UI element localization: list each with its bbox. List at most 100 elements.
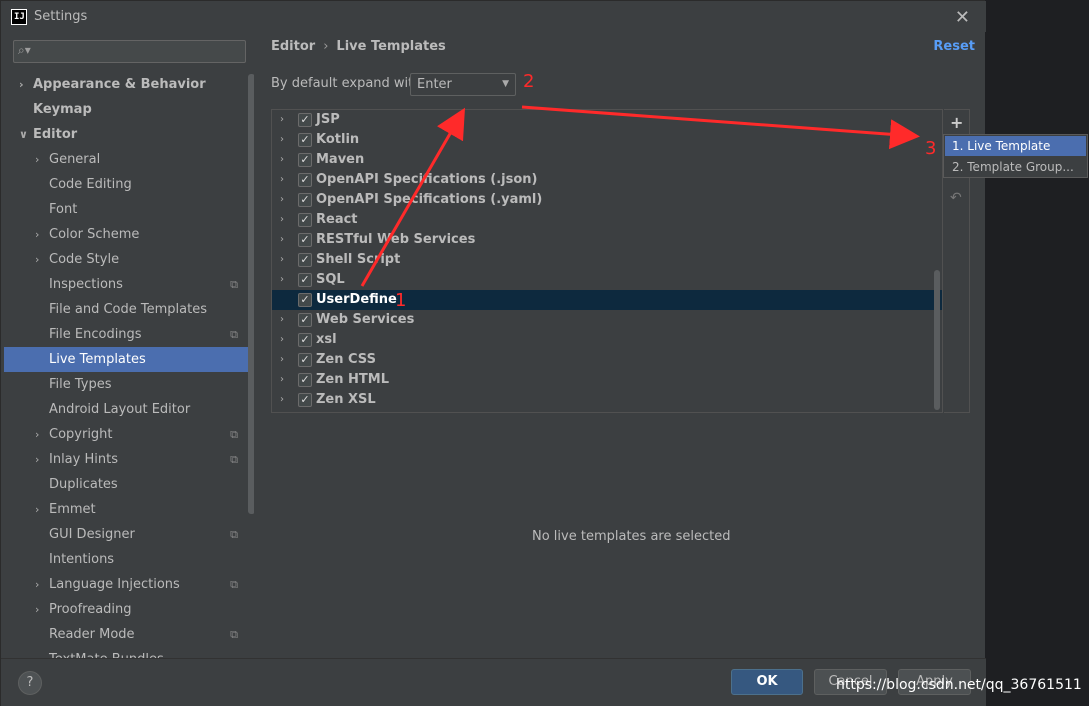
- chevron-right-icon[interactable]: ›: [35, 572, 39, 597]
- group-checkbox[interactable]: ✓: [298, 213, 312, 227]
- ok-button[interactable]: OK: [731, 669, 803, 695]
- chevron-right-icon[interactable]: ›: [35, 147, 39, 172]
- sidebar-item-file-encodings[interactable]: File Encodings ⧉: [4, 322, 254, 347]
- group-checkbox[interactable]: ✓: [298, 113, 312, 127]
- chevron-right-icon[interactable]: ›: [280, 130, 284, 150]
- sidebar-item-label: Code Editing: [49, 177, 132, 192]
- sidebar-item-appearance-behavior[interactable]: › Appearance & Behavior: [4, 72, 254, 97]
- sidebar-item-label: Duplicates: [49, 477, 118, 492]
- group-checkbox[interactable]: ✓: [298, 193, 312, 207]
- group-checkbox[interactable]: ✓: [298, 393, 312, 407]
- template-group-row[interactable]: › ✓ React: [272, 210, 942, 230]
- chevron-right-icon[interactable]: ›: [19, 72, 24, 97]
- sidebar-item-editor[interactable]: ∨ Editor: [4, 122, 254, 147]
- chevron-right-icon[interactable]: ›: [35, 222, 39, 247]
- add-icon[interactable]: +: [950, 113, 963, 132]
- template-group-label: Zen XSL: [316, 392, 376, 407]
- group-checkbox[interactable]: ✓: [298, 313, 312, 327]
- template-group-row[interactable]: › ✓ OpenAPI Specifications (.json): [272, 170, 942, 190]
- template-group-row[interactable]: › ✓ Web Services: [272, 310, 942, 330]
- chevron-right-icon[interactable]: ›: [35, 497, 39, 522]
- group-checkbox[interactable]: ✓: [298, 233, 312, 247]
- sidebar-item-color-scheme[interactable]: › Color Scheme: [4, 222, 254, 247]
- sidebar-item-duplicates[interactable]: Duplicates: [4, 472, 254, 497]
- help-button[interactable]: ?: [18, 671, 42, 695]
- expand-with-select[interactable]: Enter ▼: [410, 73, 516, 96]
- group-checkbox[interactable]: ✓: [298, 333, 312, 347]
- template-group-row[interactable]: ✓ UserDefine: [272, 290, 942, 310]
- template-group-row[interactable]: › ✓ Shell Script: [272, 250, 942, 270]
- sidebar-item-emmet[interactable]: › Emmet: [4, 497, 254, 522]
- sidebar-item-code-style[interactable]: › Code Style: [4, 247, 254, 272]
- chevron-right-icon[interactable]: ›: [280, 270, 284, 290]
- chevron-right-icon[interactable]: ›: [35, 597, 39, 622]
- project-scope-icon: ⧉: [230, 578, 238, 591]
- chevron-right-icon[interactable]: ›: [280, 210, 284, 230]
- group-checkbox[interactable]: ✓: [298, 373, 312, 387]
- sidebar-item-android-layout-editor[interactable]: Android Layout Editor: [4, 397, 254, 422]
- chevron-right-icon[interactable]: ›: [280, 330, 284, 350]
- chevron-down-icon[interactable]: ∨: [19, 122, 28, 147]
- sidebar-item-general[interactable]: › General: [4, 147, 254, 172]
- chevron-right-icon[interactable]: ›: [280, 230, 284, 250]
- menu-item-live-template[interactable]: 1. Live Template: [945, 136, 1086, 156]
- chevron-right-icon[interactable]: ›: [280, 110, 284, 130]
- list-scrollbar[interactable]: [934, 270, 940, 410]
- sidebar-item-language-injections[interactable]: › Language Injections ⧉: [4, 572, 254, 597]
- template-group-row[interactable]: › ✓ RESTful Web Services: [272, 230, 942, 250]
- sidebar-item-keymap[interactable]: Keymap: [4, 97, 254, 122]
- sidebar-item-textmate-bundles[interactable]: TextMate Bundles: [4, 647, 254, 658]
- chevron-right-icon[interactable]: ›: [280, 170, 284, 190]
- undo-icon[interactable]: ↶: [950, 190, 962, 206]
- menu-item-template-group[interactable]: 2. Template Group...: [945, 157, 1086, 177]
- template-group-row[interactable]: › ✓ xsl: [272, 330, 942, 350]
- group-checkbox[interactable]: ✓: [298, 273, 312, 287]
- chevron-right-icon[interactable]: ›: [35, 422, 39, 447]
- sidebar-item-code-editing[interactable]: Code Editing: [4, 172, 254, 197]
- sidebar-item-copyright[interactable]: › Copyright ⧉: [4, 422, 254, 447]
- template-group-row[interactable]: › ✓ JSP: [272, 110, 942, 130]
- chevron-right-icon[interactable]: ›: [280, 370, 284, 390]
- search-input[interactable]: ⌕▾: [13, 40, 246, 63]
- template-group-row[interactable]: › ✓ SQL: [272, 270, 942, 290]
- sidebar-item-proofreading[interactable]: › Proofreading: [4, 597, 254, 622]
- sidebar-item-label: Appearance & Behavior: [33, 77, 206, 92]
- close-icon[interactable]: ✕: [955, 7, 970, 28]
- group-checkbox[interactable]: ✓: [298, 353, 312, 367]
- template-group-row[interactable]: › ✓ Zen HTML: [272, 370, 942, 390]
- group-checkbox[interactable]: ✓: [298, 173, 312, 187]
- group-checkbox[interactable]: ✓: [298, 133, 312, 147]
- sidebar-item-intentions[interactable]: Intentions: [4, 547, 254, 572]
- chevron-right-icon[interactable]: ›: [35, 247, 39, 272]
- settings-dialog: IJ Settings ✕ ⌕▾ › Appearance & Behavior K…: [0, 0, 986, 706]
- chevron-right-icon[interactable]: ›: [35, 447, 39, 472]
- template-group-row[interactable]: › ✓ OpenAPI Specifications (.yaml): [272, 190, 942, 210]
- breadcrumb-parent[interactable]: Editor: [271, 39, 315, 54]
- template-group-row[interactable]: › ✓ Kotlin: [272, 130, 942, 150]
- group-checkbox[interactable]: ✓: [298, 153, 312, 167]
- background-area: [985, 0, 1089, 706]
- chevron-right-icon[interactable]: ›: [280, 150, 284, 170]
- chevron-right-icon[interactable]: ›: [280, 250, 284, 270]
- chevron-right-icon[interactable]: ›: [280, 190, 284, 210]
- chevron-right-icon[interactable]: ›: [280, 310, 284, 330]
- chevron-right-icon[interactable]: ›: [280, 390, 284, 410]
- chevron-right-icon[interactable]: ›: [280, 350, 284, 370]
- chevron-down-icon: ▼: [502, 79, 509, 89]
- breadcrumb: Editor › Live Templates: [271, 39, 446, 54]
- template-group-row[interactable]: › ✓ Zen XSL: [272, 390, 942, 410]
- sidebar-item-live-templates[interactable]: Live Templates: [4, 347, 254, 372]
- reset-link[interactable]: Reset: [933, 39, 975, 54]
- sidebar-item-font[interactable]: Font: [4, 197, 254, 222]
- sidebar-item-file-and-code-templates[interactable]: File and Code Templates: [4, 297, 254, 322]
- sidebar-item-file-types[interactable]: File Types: [4, 372, 254, 397]
- group-checkbox[interactable]: ✓: [298, 253, 312, 267]
- sidebar-item-label: File Types: [49, 377, 112, 392]
- group-checkbox[interactable]: ✓: [298, 293, 312, 307]
- sidebar-item-reader-mode[interactable]: Reader Mode ⧉: [4, 622, 254, 647]
- template-group-row[interactable]: › ✓ Zen CSS: [272, 350, 942, 370]
- sidebar-item-inlay-hints[interactable]: › Inlay Hints ⧉: [4, 447, 254, 472]
- sidebar-item-gui-designer[interactable]: GUI Designer ⧉: [4, 522, 254, 547]
- sidebar-item-inspections[interactable]: Inspections ⧉: [4, 272, 254, 297]
- template-group-row[interactable]: › ✓ Maven: [272, 150, 942, 170]
